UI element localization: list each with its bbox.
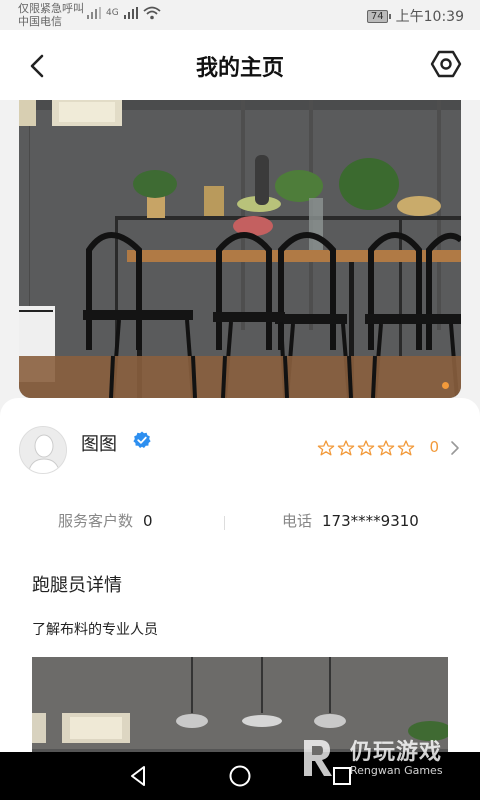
- star-outline-icon: [377, 440, 395, 456]
- star-outline-icon: [357, 440, 375, 456]
- cell-signal-icon: [123, 7, 138, 19]
- profile-header[interactable]: 图图 0: [19, 426, 461, 474]
- star-outline-icon: [317, 440, 335, 456]
- rating-score: 0: [429, 438, 439, 456]
- section-title: 跑腿员详情: [32, 575, 122, 596]
- watermark-subtitle: Rengwan Games: [350, 764, 443, 777]
- page-title: 我的主页: [195, 56, 284, 81]
- chevron-right-icon[interactable]: [449, 440, 461, 456]
- star-outline-icon: [337, 440, 355, 456]
- carousel-dot-active[interactable]: [442, 382, 449, 389]
- avatar: [19, 426, 67, 474]
- dining-room-photo: [19, 100, 461, 398]
- star-outline-icon: [397, 440, 415, 456]
- watermark-title: 仍玩游戏: [350, 740, 443, 765]
- verified-check-icon: [133, 431, 151, 448]
- customers-value: 0: [143, 512, 153, 530]
- profile-card: 图图 0 服务客户数 0 电话 173****9310 跑腿员详情 了解布料的专业人…: [0, 398, 480, 758]
- carrier-info: 仅限紧急呼叫 中国电信: [18, 2, 84, 28]
- customers-label: 服务客户数: [58, 512, 134, 530]
- customers-stat: 服务客户数 0: [58, 510, 153, 531]
- emergency-notice: 仅限紧急呼叫: [18, 2, 84, 15]
- status-right: 74 上午10:39: [366, 6, 464, 26]
- user-name: 图图: [81, 434, 117, 455]
- top-nav-bar: 我的主页: [0, 30, 480, 100]
- phone-value[interactable]: 173****9310: [322, 512, 419, 530]
- settings-gear-icon[interactable]: [430, 48, 462, 80]
- watermark-logo-icon: [304, 740, 332, 776]
- watermark: 仍玩游戏 Rengwan Games: [298, 730, 458, 785]
- stats-divider: [224, 516, 225, 530]
- home-circle-icon[interactable]: [228, 764, 252, 788]
- default-avatar-icon: [20, 427, 66, 473]
- signal-indicators: 4G: [86, 6, 161, 20]
- wifi-icon: [143, 6, 161, 20]
- phone-stat[interactable]: 电话 173****9310: [282, 510, 419, 531]
- phone-label: 电话: [282, 512, 313, 530]
- network-type: 4G: [106, 8, 119, 18]
- back-triangle-icon[interactable]: [126, 764, 150, 788]
- carrier-name: 中国电信: [18, 15, 62, 28]
- clock: 上午10:39: [395, 9, 464, 25]
- hero-carousel[interactable]: [19, 100, 461, 398]
- no-sim-icon: [87, 7, 101, 19]
- battery-icon: 74: [366, 9, 391, 23]
- rating-stars: [317, 440, 415, 456]
- section-description: 了解布料的专业人员: [32, 622, 158, 638]
- status-bar: 仅限紧急呼叫 中国电信 4G 74 上午10:39: [0, 0, 480, 30]
- stats-row: 服务客户数 0 电话 173****9310: [0, 506, 480, 536]
